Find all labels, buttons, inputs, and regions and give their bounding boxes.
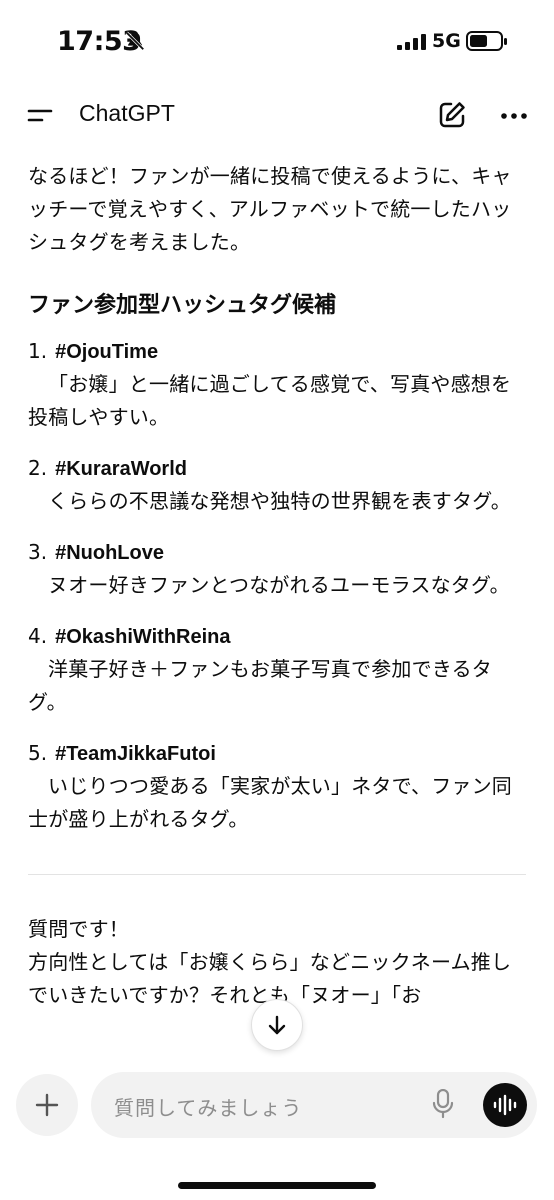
network-label: 5G: [432, 30, 461, 52]
bell-off-icon: [125, 31, 145, 51]
mic-icon[interactable]: [432, 1089, 454, 1119]
hashtag-description: 「お嬢」と一緒に過ごしてる感覚で、写真や感想を投稿しやすい。: [28, 372, 512, 429]
hashtag: #NuohLove: [55, 542, 164, 564]
list-item: 2. #KuraraWorld くららの不思議な発想や独特の世界観を表すタグ。: [28, 452, 526, 518]
hashtag-description: ヌオー好きファンとつながれるユーモラスなタグ。: [48, 573, 510, 597]
assistant-message: なるほど！ファンが一緒に投稿で使えるように、キャッチーで覚えやすく、アルファベッ…: [28, 160, 526, 1072]
plus-icon: [35, 1093, 59, 1117]
list-item: 5. #TeamJikkaFutoi いじりつつ愛ある「実家が太い」ネタで、ファン…: [28, 737, 526, 836]
hashtag-list: 1. #OjouTime 「お嬢」と一緒に過ごしてる感覚で、写真や感想を投稿しやす…: [28, 335, 526, 836]
app-header: ChatGPT: [0, 86, 554, 146]
list-item: 3. #NuohLove ヌオー好きファンとつながれるユーモラスなタグ。: [28, 536, 526, 602]
divider: [28, 874, 526, 875]
new-chat-icon[interactable]: [437, 100, 467, 130]
hashtag-description: 洋菓子好き＋ファンもお菓子写真で参加できるタグ。: [28, 657, 492, 714]
message-input[interactable]: 質問してみましょう: [91, 1072, 537, 1138]
item-number: 3.: [28, 540, 48, 564]
item-number: 4.: [28, 624, 48, 648]
item-number: 1.: [28, 339, 48, 363]
arrow-down-icon: [268, 1015, 286, 1035]
more-icon[interactable]: [499, 103, 529, 129]
item-number: 5.: [28, 741, 48, 765]
hashtag: #KuraraWorld: [55, 458, 187, 480]
attach-button[interactable]: [16, 1074, 78, 1136]
voice-mode-icon: [493, 1094, 517, 1116]
hashtag: #TeamJikkaFutoi: [55, 743, 216, 765]
signal-icon: [397, 34, 426, 50]
intro-paragraph: なるほど！ファンが一緒に投稿で使えるように、キャッチーで覚えやすく、アルファベッ…: [28, 164, 512, 254]
voice-mode-button[interactable]: [483, 1083, 527, 1127]
composer: 質問してみましょう: [0, 1068, 554, 1200]
item-number: 2.: [28, 456, 48, 480]
hashtag: #OjouTime: [55, 341, 159, 363]
menu-icon[interactable]: [26, 101, 54, 129]
list-item: 4. #OkashiWithReina 洋菓子好き＋ファンもお菓子写真で参加できる…: [28, 620, 526, 719]
status-bar: 17:53 5G: [0, 0, 554, 86]
section-heading: ファン参加型ハッシュタグ候補: [28, 293, 337, 318]
scroll-down-button[interactable]: [251, 999, 303, 1051]
home-indicator: [178, 1182, 376, 1189]
input-placeholder: 質問してみましょう: [114, 1096, 303, 1120]
hashtag-description: くららの不思議な発想や独特の世界観を表すタグ。: [48, 489, 511, 513]
list-item: 1. #OjouTime 「お嬢」と一緒に過ごしてる感覚で、写真や感想を投稿しやす…: [28, 335, 526, 434]
app-title: ChatGPT: [79, 100, 175, 126]
hashtag: #OkashiWithReina: [55, 626, 231, 648]
question-line: 質問です！: [28, 917, 129, 941]
hashtag-description: いじりつつ愛ある「実家が太い」ネタで、ファン同士が盛り上がれるタグ。: [28, 774, 512, 831]
battery-icon: [466, 31, 507, 51]
